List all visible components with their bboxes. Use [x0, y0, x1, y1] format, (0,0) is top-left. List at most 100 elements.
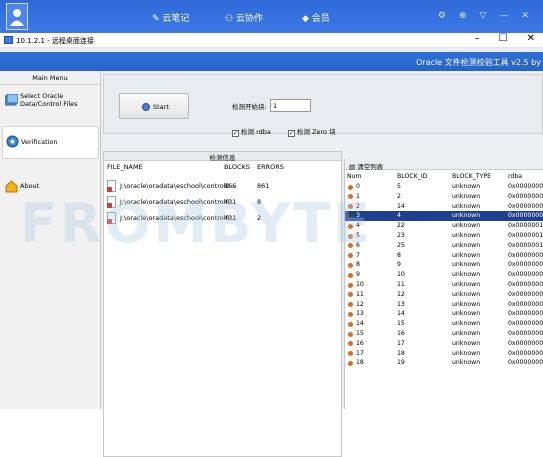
- block-type-cell: unknown: [452, 251, 481, 259]
- table-row[interactable]: 12 13 unknown 0x00000006: [345, 300, 543, 310]
- table-row[interactable]: 34unknown0x00000002: [345, 211, 543, 222]
- table-row[interactable]: 13 14 unknown 0x00000007: [345, 309, 543, 319]
- table-row[interactable]: 422unknown0x00000016: [345, 221, 543, 231]
- rdba-cell: 0x00000019: [508, 241, 543, 249]
- block-id-cell: 23: [397, 232, 405, 239]
- status-dot-icon: [348, 292, 353, 298]
- rdba-cell: 0x00000005: [508, 271, 543, 279]
- rdba-cell: 0x00000006: [508, 290, 543, 298]
- file-name: J:\oracle\oradata\eschool\control0...: [120, 182, 236, 190]
- block-type-cell: unknown: [452, 241, 481, 249]
- table-row[interactable]: 523unknown0x00000017: [345, 231, 543, 241]
- table-row[interactable]: 625unknown0x00000019: [345, 241, 543, 251]
- errors-value: 861: [257, 182, 270, 190]
- block-type-cell: unknown: [452, 349, 481, 357]
- file-error-icon: [107, 180, 116, 192]
- rdba-cell: 0x00000004: [508, 251, 543, 259]
- status-dot-icon: [348, 351, 353, 357]
- rdba-cell: 0x00000005: [508, 183, 543, 190]
- start-button[interactable]: Start: [119, 93, 189, 119]
- check-rdba-checkbox[interactable]: ✓ 检测 rdba: [232, 126, 271, 137]
- block-id-cell: 9: [397, 261, 401, 269]
- block-type-cell: unknown: [452, 261, 481, 269]
- column-header: rdba: [508, 173, 523, 180]
- maximize-button[interactable]: ☐: [499, 33, 508, 44]
- minimize-icon[interactable]: —: [499, 11, 508, 21]
- sidebar-item-verification[interactable]: Verification: [2, 126, 99, 159]
- app-title: Oracle 文件检测校验工具 v2.5 by: [416, 58, 541, 67]
- lock-icon[interactable]: ⊕: [459, 11, 467, 21]
- table-row[interactable]: 17 18 unknown 0x00000009: [345, 349, 543, 359]
- table-row[interactable]: 214unknown0x0000000E: [345, 202, 543, 212]
- sidebar-item-label: Select Oracle Data/Control Files: [20, 92, 78, 108]
- block-type-cell: unknown: [452, 192, 481, 200]
- watermark: FROMBYTE: [20, 192, 374, 255]
- app-banner: Oracle 文件检测校验工具 v2.5 by: [0, 52, 543, 71]
- column-header: Num: [347, 173, 362, 180]
- table-row[interactable]: 12unknown0x00000002: [345, 192, 543, 202]
- dropdown-icon[interactable]: ▽: [480, 11, 487, 21]
- close-button[interactable]: ✕: [527, 33, 535, 44]
- table-row[interactable]: 18 19 unknown 0x00000009: [345, 358, 543, 368]
- table-row[interactable]: 14 15 unknown 0x00000007: [345, 319, 543, 329]
- minimize-button[interactable]: –: [475, 33, 480, 44]
- avatar[interactable]: [6, 3, 28, 30]
- rdba-cell: 0x00000008: [508, 330, 543, 337]
- table-row[interactable]: 15 16 unknown 0x00000008: [345, 329, 543, 339]
- block-id-cell: 18: [397, 349, 405, 357]
- rdba-cell: 0x00000008: [508, 339, 543, 347]
- block-id-cell: 17: [397, 339, 405, 347]
- block-id-cell: 22: [397, 222, 405, 230]
- clear-list-button[interactable]: ▤ 清空列表: [349, 161, 383, 171]
- block-id-cell: 4: [397, 212, 401, 220]
- block-id-cell: 16: [397, 330, 405, 337]
- rdba-cell: 0x00000009: [508, 359, 543, 367]
- diamond-icon: ◆: [302, 14, 309, 24]
- rdba-cell: 0x00000006: [508, 300, 543, 308]
- column-header: BLOCK_ID: [397, 173, 428, 180]
- column-header: FILE_NAME: [107, 163, 143, 171]
- check-zero-label: 检测 Zero 块: [297, 128, 336, 136]
- table-row[interactable]: 11 12 unknown 0x00000006: [345, 290, 543, 300]
- clear-list-label: 清空列表: [357, 163, 384, 171]
- result-toolbar: ▤ 清空列表: [345, 159, 543, 171]
- start-block-input[interactable]: 1: [270, 99, 311, 112]
- check-zero-checkbox[interactable]: ✓ 检测 Zero 块: [288, 126, 336, 137]
- member-label: 会员: [311, 14, 330, 24]
- settings-icon[interactable]: ⚙: [438, 11, 446, 21]
- table-row[interactable]: 0 5 unknown 0x00000005: [345, 182, 543, 192]
- check-rdba-label: 检测 rdba: [241, 128, 271, 136]
- num-cell: 9: [356, 271, 360, 279]
- status-dot-icon: [348, 321, 353, 327]
- block-type-cell: unknown: [452, 359, 481, 367]
- table-row[interactable]: 8 9 unknown 0x00000005: [345, 260, 543, 270]
- num-cell: 12: [356, 300, 364, 308]
- close-icon[interactable]: ✕: [521, 11, 529, 21]
- files-icon: [5, 94, 18, 106]
- block-id-cell: 15: [397, 320, 405, 328]
- cloud-collab-item[interactable]: ⚇ 云协作: [225, 11, 263, 24]
- rdba-cell: 0x00000017: [508, 232, 543, 239]
- gear-check-icon: [6, 135, 19, 148]
- status-dot-icon: [348, 311, 353, 317]
- column-header: BLOCKS: [224, 163, 250, 171]
- block-type-cell: unknown: [452, 202, 481, 210]
- rdba-cell: 0x0000000E: [508, 202, 543, 210]
- block-id-cell: 12: [397, 290, 405, 298]
- sidebar-item-select-files[interactable]: Select Oracle Data/Control Files: [2, 92, 99, 125]
- table-row[interactable]: 10 11 unknown 0x00000005: [345, 280, 543, 290]
- block-id-cell: 5: [397, 183, 401, 190]
- cloud-note-label: 云笔记: [162, 14, 190, 24]
- cloud-note-item[interactable]: ✎ 云笔记: [152, 11, 189, 24]
- table-row[interactable]: 78unknown0x00000004: [345, 251, 543, 261]
- member-item[interactable]: ◆ 会员: [302, 11, 330, 24]
- block-type-cell: unknown: [452, 222, 481, 230]
- top-bar: ✎ 云笔记 ⚇ 云协作 ◆ 会员 ⚙ ⊕ ▽ — ✕: [0, 0, 543, 33]
- result-list: 0 5 unknown 0x00000005 12 unknown 0x00000002 2 1…: [345, 182, 543, 409]
- table-row[interactable]: 9 10 unknown 0x00000005: [345, 270, 543, 280]
- block-id-cell: 14: [397, 202, 405, 210]
- num-cell: 15: [356, 330, 364, 337]
- block-id-cell: 19: [397, 359, 405, 367]
- table-row[interactable]: 16 17 unknown 0x00000008: [345, 339, 543, 349]
- sidebar-item-label: About: [20, 182, 40, 190]
